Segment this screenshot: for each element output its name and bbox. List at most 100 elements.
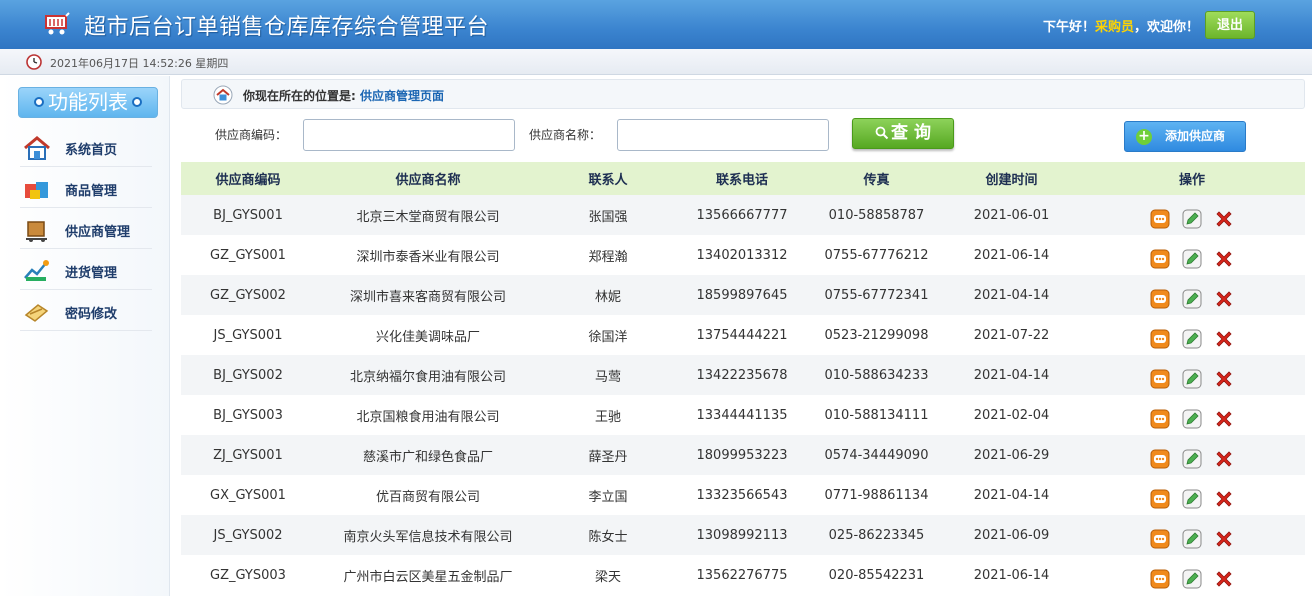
delete-icon[interactable]: [1214, 449, 1234, 469]
sidebar-item-goods[interactable]: 商品管理: [20, 168, 152, 208]
actions-cell: [1079, 395, 1305, 435]
view-icon[interactable]: [1150, 249, 1170, 269]
sidebar-item-label: 商品管理: [65, 184, 118, 199]
add-supplier-button[interactable]: + 添加供应商: [1124, 121, 1246, 152]
supplier-name-cell: 南京火头军信息技术有限公司: [315, 515, 541, 555]
sidebar-item-purchase[interactable]: 进货管理: [20, 250, 152, 290]
created-date-cell: 2021-04-14: [944, 475, 1079, 515]
actions-cell: [1079, 435, 1305, 475]
phone-cell: 18099953223: [675, 435, 809, 475]
delete-icon[interactable]: [1214, 489, 1234, 509]
edit-icon[interactable]: [1182, 249, 1202, 269]
supplier-name-cell: 优百商贸有限公司: [315, 475, 541, 515]
supplier-name-cell: 慈溪市广和绿色食品厂: [315, 435, 541, 475]
supplier-name-cell: 广州市白云区美星五金制品厂: [315, 555, 541, 595]
sidebar-item-label: 供应商管理: [65, 225, 131, 240]
query-button[interactable]: 查 询: [852, 118, 954, 149]
created-date-cell: 2021-04-14: [944, 355, 1079, 395]
supplier-code-input[interactable]: [303, 119, 515, 151]
logout-button[interactable]: 退出: [1205, 11, 1255, 39]
delete-icon[interactable]: [1214, 409, 1234, 429]
delete-icon[interactable]: [1214, 329, 1234, 349]
table-row: ZJ_GYS001 慈溪市广和绿色食品厂 薛圣丹 18099953223 0574-34…: [181, 435, 1305, 475]
supplier-table: 供应商编码 供应商名称 联系人 联系电话 传真 创建时间 操作 BJ_GYS00…: [181, 162, 1305, 595]
actions-cell: [1079, 555, 1305, 595]
table-body: BJ_GYS001 北京三木堂商贸有限公司 张国强 13566667777 010-58…: [181, 195, 1305, 595]
view-icon[interactable]: [1150, 409, 1170, 429]
phone-cell: 13323566543: [675, 475, 809, 515]
fax-cell: 0523-21299098: [809, 315, 944, 355]
add-supplier-label: 添加供应商: [1165, 129, 1226, 143]
view-icon[interactable]: [1150, 449, 1170, 469]
column-header: 创建时间: [944, 162, 1079, 195]
phone-cell: 13422235678: [675, 355, 809, 395]
supplier-name-cell: 北京国粮食用油有限公司: [315, 395, 541, 435]
table-row: BJ_GYS001 北京三木堂商贸有限公司 张国强 13566667777 010-58…: [181, 195, 1305, 235]
edit-icon[interactable]: [1182, 569, 1202, 589]
sidebar-item-supplier[interactable]: 供应商管理: [20, 209, 152, 249]
row-actions: [1144, 241, 1240, 269]
created-date-cell: 2021-02-04: [944, 395, 1079, 435]
fax-cell: 020-85542231: [809, 555, 944, 595]
fax-cell: 010-588134111: [809, 395, 944, 435]
edit-icon[interactable]: [1182, 329, 1202, 349]
created-date-cell: 2021-07-22: [944, 315, 1079, 355]
supplier-code-label: 供应商编码：: [215, 128, 288, 142]
fax-cell: 010-588634233: [809, 355, 944, 395]
delete-icon[interactable]: [1214, 369, 1234, 389]
edit-icon[interactable]: [1182, 529, 1202, 549]
edit-icon[interactable]: [1182, 369, 1202, 389]
delete-icon[interactable]: [1214, 569, 1234, 589]
created-date-cell: 2021-06-29: [944, 435, 1079, 475]
view-icon[interactable]: [1150, 369, 1170, 389]
delete-icon[interactable]: [1214, 529, 1234, 549]
sidebar-item-home[interactable]: 系统首页: [20, 127, 152, 167]
view-icon[interactable]: [1150, 489, 1170, 509]
magnifier-icon: [875, 126, 889, 140]
edit-icon[interactable]: [1182, 409, 1202, 429]
home-location-icon: [213, 85, 233, 105]
edit-icon[interactable]: [1182, 449, 1202, 469]
view-icon[interactable]: [1150, 329, 1170, 349]
column-header: 供应商编码: [181, 162, 315, 195]
supplier-name-input[interactable]: [617, 119, 829, 151]
edit-icon[interactable]: [1182, 209, 1202, 229]
actions-cell: [1079, 315, 1305, 355]
actions-cell: [1079, 475, 1305, 515]
supplier-icon: [26, 221, 47, 242]
contact-cell: 王驰: [541, 395, 675, 435]
supplier-name-cell: 深圳市喜来客商贸有限公司: [315, 275, 541, 315]
contact-cell: 林妮: [541, 275, 675, 315]
date-bar: 2021年06月17日 14:52:26 星期四: [0, 49, 1312, 75]
column-header: 操作: [1079, 162, 1305, 195]
search-bar: 供应商编码： 供应商名称： 查 询 + 添加供应商: [181, 112, 1305, 160]
supplier-code-cell: GZ_GYS003: [181, 555, 315, 595]
sidebar-item-password[interactable]: 密码修改: [20, 291, 152, 331]
edit-icon[interactable]: [1182, 489, 1202, 509]
row-actions: [1144, 361, 1240, 389]
table-row: JS_GYS001 兴化佳美调味品厂 徐国洋 13754444221 0523-2129…: [181, 315, 1305, 355]
table-row: BJ_GYS002 北京纳福尔食用油有限公司 马莺 13422235678 010-58…: [181, 355, 1305, 395]
supplier-name-label: 供应商名称：: [529, 128, 602, 142]
view-icon[interactable]: [1150, 289, 1170, 309]
row-actions: [1144, 201, 1240, 229]
phone-cell: 13566667777: [675, 195, 809, 235]
edit-icon[interactable]: [1182, 289, 1202, 309]
delete-icon[interactable]: [1214, 209, 1234, 229]
supplier-code-cell: JS_GYS002: [181, 515, 315, 555]
supplier-code-cell: ZJ_GYS001: [181, 435, 315, 475]
column-header: 联系人: [541, 162, 675, 195]
password-icon: [24, 304, 49, 322]
view-icon[interactable]: [1150, 529, 1170, 549]
view-icon[interactable]: [1150, 569, 1170, 589]
delete-icon[interactable]: [1214, 249, 1234, 269]
view-icon[interactable]: [1150, 209, 1170, 229]
bullet-icon: [132, 96, 142, 107]
supplier-name-cell: 兴化佳美调味品厂: [315, 315, 541, 355]
phone-cell: 13344441135: [675, 395, 809, 435]
column-header: 传真: [809, 162, 944, 195]
contact-cell: 李立国: [541, 475, 675, 515]
delete-icon[interactable]: [1214, 289, 1234, 309]
table-row: BJ_GYS003 北京国粮食用油有限公司 王驰 13344441135 010-588…: [181, 395, 1305, 435]
bullet-icon: [34, 96, 44, 107]
